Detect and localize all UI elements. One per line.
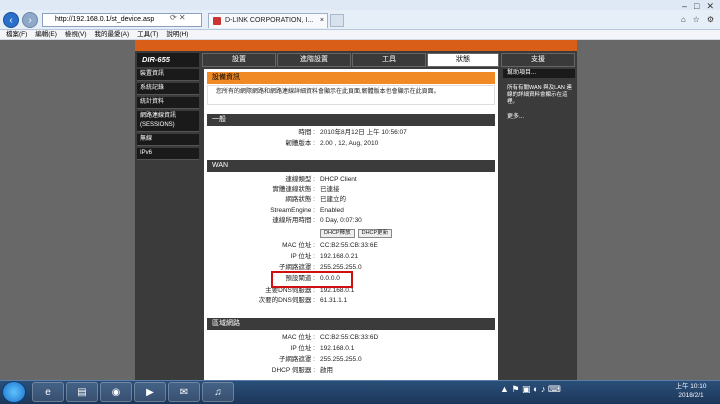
help-more-link[interactable]: 更多... — [507, 111, 524, 120]
gateway-highlight-box — [271, 271, 353, 288]
content-panel: 設備資訊 您所有的網際網路和網路連線詳細資料會顯示在此頁面,韌體版本也會顯示在此… — [204, 69, 498, 381]
menu-tools[interactable]: 工具(T) — [137, 30, 158, 40]
back-button[interactable]: ‹ — [3, 12, 19, 28]
model-label: DIR-655 — [137, 53, 199, 67]
section-wan-title: WAN — [207, 160, 495, 172]
start-button[interactable] — [2, 381, 26, 403]
help-title: 幫助項目... — [503, 69, 575, 78]
window-controls: – □ ✕ — [675, 1, 714, 12]
page-title: 設備資訊 — [207, 72, 495, 84]
system-tray-icons[interactable]: ▲ ⚑ ▣ ◐ ♪ ⌨ — [500, 384, 561, 395]
menu-favorites[interactable]: 我的最愛(A) — [95, 30, 130, 40]
media-taskbar-icon[interactable]: ▶ — [134, 382, 166, 402]
wan-row: 連線類型 : DHCP Client — [285, 176, 357, 183]
forward-button[interactable]: › — [22, 12, 38, 28]
section-general-title: 一般 — [207, 114, 495, 126]
menu-bar: 檔案(F) 編輯(E) 檢視(V) 我的最愛(A) 工具(T) 說明(H) — [0, 30, 720, 40]
browser-tab[interactable]: D-LINK CORPORATION, I... × — [208, 13, 328, 28]
sidebar-item-device-info[interactable]: 裝置資訊 — [137, 69, 199, 81]
wan-row: 網路狀態 : 已建立的 — [285, 196, 346, 203]
browser-navbar: ‹ › http://192.168.0.1/st_device.asp ⟳ ✕… — [0, 10, 720, 30]
menu-file[interactable]: 檔案(F) — [6, 30, 27, 40]
minimize-icon[interactable]: – — [682, 1, 687, 11]
wan-row: MAC 位址 : CC:B2:55:CB:33:6E — [282, 242, 378, 249]
menu-view[interactable]: 檢視(V) — [65, 30, 87, 40]
page-description: 您所有的網際網路和網路連線詳細資料會顯示在此頁面,韌體版本也會顯示在此頁面。 — [207, 85, 495, 105]
help-text: 所有有關WAN 與及LAN 連線的詳細資料會顯示在這裡。 — [507, 85, 572, 105]
ie-taskbar-icon[interactable]: e — [32, 382, 64, 402]
firmware-row: 韌體版本 :2.00 , 12, Aug, 2010 — [285, 140, 379, 147]
home-icon[interactable]: ⌂ — [681, 15, 686, 24]
clock-time: 上午 10:10 — [675, 383, 707, 390]
tab-setup[interactable]: 設置 — [202, 53, 276, 67]
tab-title: D-LINK CORPORATION, I... — [225, 17, 314, 24]
wan-row: 次要的DNS伺服器 :61.31.1.1 — [258, 297, 348, 304]
settings-gear-icon[interactable]: ⚙ — [707, 15, 714, 24]
wan-row: StreamEngine : Enabled — [270, 207, 344, 214]
time-row: 時間 :2010年8月12日 上午 10:56:07 — [298, 129, 407, 136]
chrome-taskbar-icon[interactable]: ◉ — [100, 382, 132, 402]
sidebar-item-ipv6[interactable]: IPv6 — [137, 148, 199, 160]
dhcp-renew-button[interactable]: DHCP更新 — [357, 229, 393, 238]
wan-row: 連線所用時間 :0 Day, 0:07:30 — [272, 217, 362, 224]
browser-tools: ⌂ ☆ ⚙ — [674, 15, 714, 24]
favorites-icon[interactable]: ☆ — [693, 15, 700, 24]
sidebar-item-sessions[interactable]: 網路連線資訊 (SESSIONS) — [137, 111, 199, 132]
maximize-icon[interactable]: □ — [694, 1, 699, 11]
tab-status[interactable]: 狀態 — [427, 53, 499, 67]
explorer-taskbar-icon[interactable]: ▤ — [66, 382, 98, 402]
sidebar-item-logs[interactable]: 系統記錄 — [137, 83, 199, 95]
sidebar-item-statistics[interactable]: 統計資料 — [137, 97, 199, 109]
menu-edit[interactable]: 編輯(E) — [35, 30, 57, 40]
wan-row: 實體連線狀態 : 已連接 — [272, 186, 340, 193]
tab-advanced[interactable]: 進階設置 — [277, 53, 351, 67]
lan-row: DHCP 伺服器 : 啟用 — [271, 367, 333, 374]
lan-row: 子網路遮罩 :255.255.255.0 — [278, 356, 362, 363]
dhcp-release-button[interactable]: DHCP釋放 — [320, 229, 355, 238]
close-window-icon[interactable]: ✕ — [706, 1, 714, 11]
menu-help[interactable]: 說明(H) — [166, 30, 188, 40]
header-banner — [135, 40, 577, 51]
tab-support[interactable]: 支援 — [501, 53, 575, 67]
taskbar-clock[interactable]: 上午 10:10 2018/2/1 — [668, 382, 714, 402]
itunes-taskbar-icon[interactable]: ♫ — [202, 382, 234, 402]
wan-row: IP 位址 :192.168.0.21 — [290, 253, 358, 260]
lan-row: MAC 位址 : CC:B2:55:CB:33:6D — [282, 334, 379, 341]
sidebar: 裝置資訊 系統記錄 統計資料 網路連線資訊 (SESSIONS) 無線 IPv6 — [137, 69, 199, 381]
clock-date: 2018/2/1 — [678, 392, 704, 399]
dlink-favicon-icon — [213, 17, 221, 25]
refresh-icon[interactable]: ⟳ ✕ — [170, 13, 186, 22]
sidebar-item-wireless[interactable]: 無線 — [137, 134, 199, 146]
tab-close-icon[interactable]: × — [320, 14, 324, 28]
section-lan-title: 區域網路 — [207, 318, 495, 330]
tab-tools[interactable]: 工具 — [352, 53, 426, 67]
help-panel: 幫助項目... 所有有關WAN 與及LAN 連線的詳細資料會顯示在這裡。 更多.… — [503, 69, 575, 381]
dhcp-buttons-row: DHCP釋放 DHCP更新 — [207, 228, 495, 238]
new-tab-button[interactable] — [330, 14, 344, 27]
mail-taskbar-icon[interactable]: ✉ — [168, 382, 200, 402]
lan-row: IP 位址 :192.168.0.1 — [290, 345, 355, 352]
